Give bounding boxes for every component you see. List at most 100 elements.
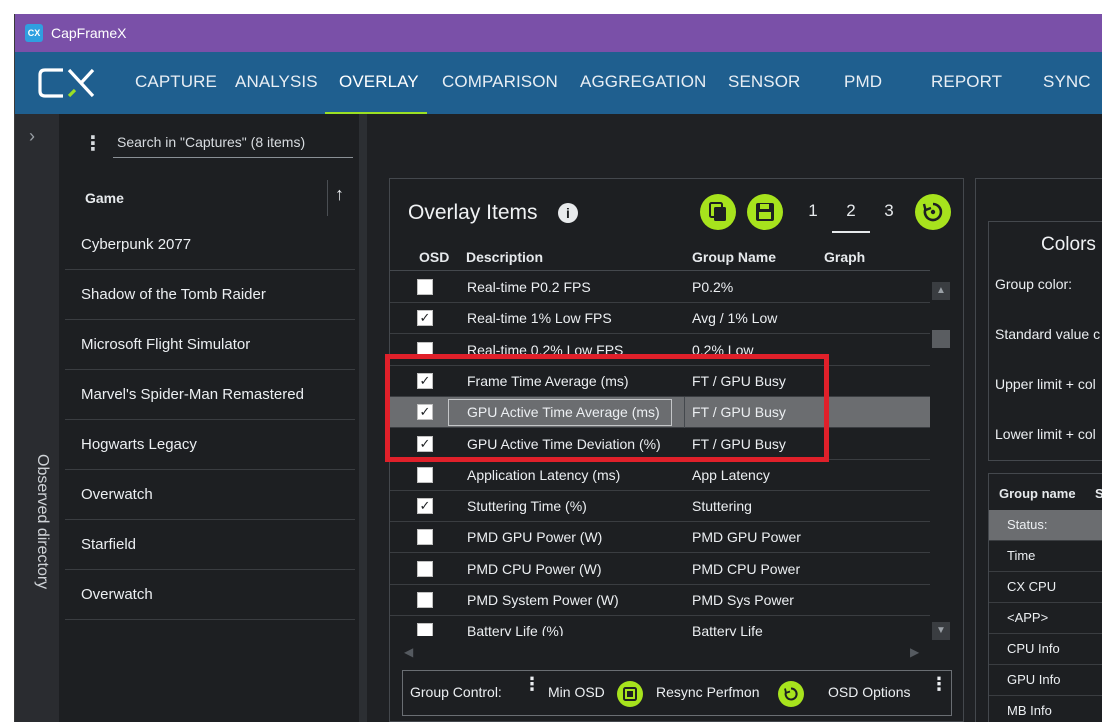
- nav-capture[interactable]: CAPTURE: [135, 72, 217, 92]
- osd-options-label: OSD Options: [828, 684, 911, 700]
- page-1-tab[interactable]: 1: [801, 201, 825, 221]
- capture-item[interactable]: Overwatch: [65, 570, 355, 620]
- save-button[interactable]: [747, 194, 783, 230]
- nav-sync[interactable]: SYNC: [1043, 72, 1091, 92]
- min-osd-label: Min OSD: [548, 684, 605, 700]
- panel-splitter[interactable]: [359, 114, 367, 722]
- header-divider: [327, 180, 328, 216]
- chevron-right-icon[interactable]: ›: [29, 126, 35, 147]
- overlay-item-row[interactable]: Battery Life (%) Battery Life: [390, 616, 930, 636]
- checkbox-unchecked[interactable]: [417, 466, 433, 483]
- nav-overlay[interactable]: OVERLAY: [339, 72, 419, 92]
- overlay-item-row[interactable]: ✓ Real-time 1% Low FPS Avg / 1% Low: [390, 303, 930, 335]
- observed-directory-strip[interactable]: › Observed directory: [15, 114, 59, 722]
- info-icon[interactable]: i: [558, 203, 578, 223]
- sort-arrow-up-icon[interactable]: ↑: [335, 184, 344, 205]
- checkbox-checked[interactable]: ✓: [417, 498, 433, 515]
- group-row-label: GPU Info: [1007, 672, 1061, 687]
- highlight-annotation: [385, 354, 829, 462]
- vertical-scrollbar[interactable]: ▲ ▼: [930, 272, 950, 640]
- active-page-indicator: [832, 231, 870, 233]
- overlay-item-group: PMD GPU Power: [692, 529, 801, 546]
- group-color-label: Group color:: [995, 276, 1073, 292]
- overlay-item-description: PMD System Power (W): [467, 592, 619, 608]
- page-2-tab[interactable]: 2: [839, 201, 863, 221]
- group-row[interactable]: CPU Info: [989, 634, 1102, 665]
- scroll-up-icon[interactable]: ▲: [932, 282, 950, 300]
- resync-icon: [784, 687, 798, 701]
- group-second-column-header: S: [1095, 486, 1102, 501]
- resync-perfmon-button[interactable]: [778, 681, 804, 707]
- overlay-item-group: PMD CPU Power: [692, 560, 801, 577]
- window-title: CapFrameX: [51, 25, 127, 41]
- checkbox-checked[interactable]: ✓: [417, 310, 433, 327]
- resync-perfmon-label: Resync Perfmon: [656, 684, 760, 700]
- app-window: CX CapFrameX CAPTURE ANALYSIS OVERLAY CO…: [14, 14, 1102, 722]
- group-row[interactable]: Status:: [989, 510, 1102, 541]
- osd-options-menu-icon[interactable]: ⋮: [930, 675, 948, 693]
- game-column-header[interactable]: Game: [85, 190, 124, 206]
- min-osd-button[interactable]: [617, 681, 643, 707]
- nav-comparison[interactable]: COMPARISON: [442, 72, 558, 92]
- overlay-item-description: Real-time P0.2 FPS: [467, 279, 591, 295]
- reset-button[interactable]: [915, 194, 951, 230]
- captures-panel: ⋮ Search in "Captures" (8 items) Game ↑ …: [59, 114, 359, 722]
- group-row[interactable]: Time: [989, 541, 1102, 572]
- nav-aggregation[interactable]: AGGREGATION: [580, 72, 706, 92]
- checkbox-unchecked[interactable]: [417, 592, 433, 608]
- capture-item[interactable]: Marvel's Spider-Man Remastered: [65, 370, 355, 420]
- nav-sensor[interactable]: SENSOR: [728, 72, 800, 92]
- capture-item[interactable]: Microsoft Flight Simulator: [65, 320, 355, 370]
- groups-list: Group name S Status: Time CX CPU <APP> CPU I…: [988, 473, 1102, 722]
- overlay-item-group: PMD Sys Power: [692, 592, 794, 608]
- group-row-label: CPU Info: [1007, 641, 1060, 656]
- more-vertical-icon[interactable]: ⋮: [83, 134, 103, 154]
- top-navigation: CAPTURE ANALYSIS OVERLAY COMPARISON AGGR…: [15, 52, 1102, 114]
- group-row[interactable]: MB Info: [989, 696, 1102, 722]
- page-3-tab[interactable]: 3: [877, 201, 901, 221]
- overlay-item-group: App Latency: [692, 466, 770, 483]
- captures-search-input[interactable]: Search in "Captures" (8 items): [113, 128, 353, 158]
- group-row-label: Status:: [1007, 517, 1048, 532]
- group-row-label: Time: [1007, 548, 1036, 563]
- nav-report[interactable]: REPORT: [931, 72, 1002, 92]
- overlay-item-row[interactable]: PMD System Power (W) PMD Sys Power: [390, 585, 930, 616]
- overlay-item-row[interactable]: ✓ Stuttering Time (%) Stuttering: [390, 491, 930, 523]
- overlay-item-group: Avg / 1% Low: [692, 310, 778, 327]
- capture-item[interactable]: Starfield: [65, 520, 355, 570]
- group-name-header: Group name: [999, 486, 1076, 501]
- overlay-item-row[interactable]: PMD CPU Power (W) PMD CPU Power: [390, 554, 930, 585]
- capture-item[interactable]: Overwatch: [65, 470, 355, 520]
- scroll-thumb[interactable]: [932, 330, 950, 348]
- capture-item[interactable]: Cyberpunk 2077: [65, 220, 355, 270]
- overlay-item-row[interactable]: Application Latency (ms) App Latency: [390, 460, 930, 491]
- copy-button[interactable]: [700, 194, 736, 230]
- overlay-item-row[interactable]: PMD GPU Power (W) PMD GPU Power: [390, 522, 930, 554]
- group-row[interactable]: GPU Info: [989, 665, 1102, 696]
- checkbox-unchecked[interactable]: [417, 529, 433, 546]
- checkbox-unchecked[interactable]: [417, 279, 433, 295]
- capture-item[interactable]: Hogwarts Legacy: [65, 420, 355, 470]
- description-column-header: Description: [466, 249, 544, 265]
- capture-item[interactable]: Shadow of the Tomb Raider: [65, 270, 355, 320]
- checkbox-unchecked[interactable]: [417, 560, 433, 577]
- nav-analysis[interactable]: ANALYSIS: [235, 72, 318, 92]
- checkbox-unchecked[interactable]: [417, 623, 433, 636]
- group-row[interactable]: CX CPU: [989, 572, 1102, 603]
- scroll-left-icon[interactable]: ◀: [404, 645, 413, 659]
- group-control-menu-icon[interactable]: ⋮: [523, 675, 541, 693]
- overlay-item-group: P0.2%: [692, 279, 734, 295]
- scroll-right-icon[interactable]: ▶: [910, 645, 919, 659]
- overlay-item-row[interactable]: Real-time P0.2 FPS P0.2%: [390, 272, 930, 303]
- group-row[interactable]: <APP>: [989, 603, 1102, 634]
- overlay-item-description: Application Latency (ms): [467, 466, 621, 483]
- standard-value-color-label: Standard value c: [995, 326, 1101, 342]
- overlay-item-description: PMD GPU Power (W): [467, 529, 603, 546]
- overlay-table-header: OSD Description Group Name Graph: [390, 245, 930, 271]
- copy-icon: [709, 202, 726, 221]
- scroll-down-icon[interactable]: ▼: [932, 622, 950, 640]
- group-row-label: <APP>: [1007, 610, 1049, 625]
- overlay-item-description: Battery Life (%): [467, 623, 564, 636]
- reset-arrow-icon: [922, 202, 943, 222]
- nav-pmd[interactable]: PMD: [844, 72, 882, 92]
